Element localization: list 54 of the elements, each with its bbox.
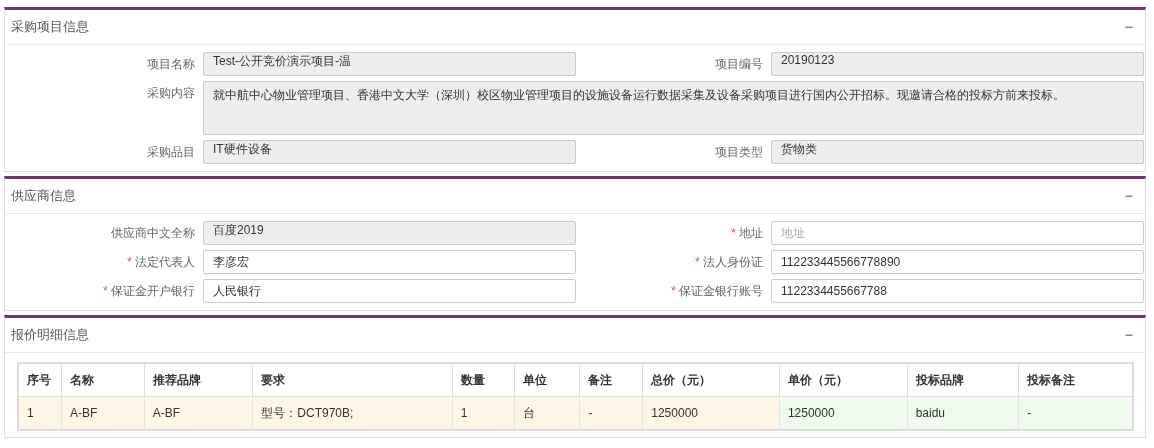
table-cell: 1250000 [642,396,780,430]
column-header: 序号 [18,363,62,397]
collapse-button[interactable]: − [1122,19,1135,35]
collapse-button[interactable]: − [1122,188,1135,204]
column-header: 单位 [514,363,580,397]
input-field[interactable]: 李彦宏 [203,250,576,274]
column-header: 要求 [252,363,453,397]
required-mark: * [671,284,676,298]
panel-title: 采购项目信息 [11,18,89,36]
readonly-field: 百度2019 [203,221,576,245]
required-mark: * [103,284,108,298]
readonly-field: Test-公开竞价演示项目-温 [203,52,576,76]
field-label: 采购品目 [146,144,195,161]
field-label: 地址 [739,226,763,240]
input-field[interactable]: 地址 [771,221,1144,245]
column-header: 推荐品牌 [144,363,253,397]
collapse-button[interactable]: − [1122,327,1135,343]
table-cell: baidu [907,396,1019,430]
field-label: 项目编号 [714,56,763,73]
readonly-field: IT硬件设备 [203,140,576,164]
field-label: 供应商中文全称 [110,225,195,242]
required-mark: * [731,226,736,240]
input-field[interactable]: 1122334455667788 [771,279,1144,303]
panel-title: 供应商信息 [11,187,76,205]
table-cell: - [1018,396,1133,430]
readonly-field: 20190123 [771,52,1144,76]
input-field[interactable]: 人民银行 [203,279,576,303]
readonly-field: 就中航中心物业管理项目、香港中文大学（深圳）校区物业管理项目的设施设备运行数据采集及设备采购项目进行国内公开招标。现邀请合格的投标方前来投标。 [203,81,1144,135]
table-cell: 台 [514,396,580,430]
table-cell: 1250000 [779,396,908,430]
required-mark: * [695,255,700,269]
field-label: 项目名称 [146,56,195,73]
table-cell: A-BF [144,396,253,430]
column-header: 数量 [452,363,515,397]
required-mark: * [127,255,132,269]
field-label: 法人身份证 [703,255,763,269]
field-label: 保证金开户银行 [111,284,195,298]
column-header: 备注 [579,363,643,397]
table-cell: A-BF [61,396,145,430]
table-cell: 型号：DCT970B; [252,396,453,430]
column-header: 投标品牌 [907,363,1019,397]
field-label: 保证金银行账号 [679,284,763,298]
field-label: 项目类型 [714,144,763,161]
table-cell: 1 [452,396,515,430]
field-label: 法定代表人 [135,255,195,269]
column-header: 单价（元） [779,363,908,397]
column-header: 名称 [61,363,145,397]
readonly-field: 货物类 [771,140,1144,164]
column-header: 总价（元） [642,363,780,397]
panel-title: 报价明细信息 [11,326,89,344]
table-cell: - [579,396,643,430]
field-label: 采购内容 [146,85,195,102]
input-field[interactable]: 112233445566778890 [771,250,1144,274]
table-cell: 1 [18,396,62,430]
